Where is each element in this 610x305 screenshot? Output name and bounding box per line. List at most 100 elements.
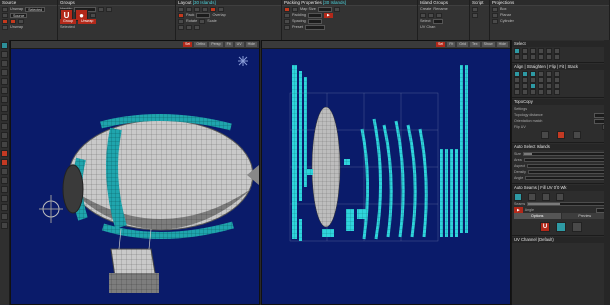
- island-icon[interactable]: [522, 54, 528, 60]
- stack-icon[interactable]: [98, 6, 105, 12]
- stop-icon[interactable]: [210, 6, 216, 12]
- stitch-icon[interactable]: [1, 177, 8, 184]
- weld-icon[interactable]: [1, 168, 8, 175]
- paste-icon[interactable]: [557, 131, 565, 139]
- vp-button[interactable]: Fit: [224, 42, 233, 47]
- island-icon[interactable]: [554, 54, 560, 60]
- tool-icon[interactable]: [522, 89, 528, 95]
- island-icon[interactable]: [530, 54, 536, 60]
- aspect-slider[interactable]: [527, 164, 608, 168]
- tool-icon[interactable]: [530, 89, 536, 95]
- grid-icon[interactable]: [218, 6, 224, 12]
- vp-button[interactable]: Show: [481, 42, 495, 47]
- cylinder-projection-icon[interactable]: [492, 18, 498, 24]
- ring-icon[interactable]: [1, 123, 8, 130]
- script-icon[interactable]: [472, 6, 478, 12]
- unwrap-icon[interactable]: [556, 222, 566, 232]
- group-icon[interactable]: [420, 12, 426, 18]
- stack-icon[interactable]: [106, 6, 113, 12]
- pack-icon[interactable]: [178, 12, 184, 18]
- settings-icon[interactable]: [2, 24, 8, 30]
- margin-icon[interactable]: [284, 12, 290, 18]
- settings-icon[interactable]: [1, 222, 8, 229]
- spacing-icon[interactable]: [284, 18, 290, 24]
- viewport-3d[interactable]: Sel Ortho Persp Fit UV Hide: [10, 40, 260, 305]
- uv-channel-field[interactable]: [432, 18, 443, 24]
- box-projection-icon[interactable]: [492, 6, 498, 12]
- tab-seams[interactable]: Options: [514, 213, 561, 219]
- loop-icon[interactable]: [1, 114, 8, 121]
- padding-field[interactable]: [307, 12, 322, 18]
- vp-button[interactable]: Sel: [436, 42, 446, 47]
- checker-icon[interactable]: [1, 213, 8, 220]
- vp-button[interactable]: UV: [234, 42, 244, 47]
- seam-icon[interactable]: [528, 192, 536, 201]
- vp-button[interactable]: Persp: [209, 42, 223, 47]
- vp-button[interactable]: Tex: [470, 42, 480, 47]
- vp-button[interactable]: Fit: [447, 42, 456, 47]
- preset-select[interactable]: [304, 24, 325, 30]
- group-icon[interactable]: [436, 12, 442, 18]
- relax-icon[interactable]: [572, 222, 582, 232]
- flip-h-icon[interactable]: [178, 24, 184, 30]
- lock-icon[interactable]: [333, 6, 340, 12]
- move-tool-icon[interactable]: [1, 51, 8, 58]
- straighten-icon[interactable]: [1, 195, 8, 202]
- vp-button[interactable]: Grid: [457, 42, 468, 47]
- source-select[interactable]: Source: [10, 12, 28, 18]
- align-center-icon[interactable]: [186, 6, 192, 12]
- tab-preview[interactable]: Preview: [561, 213, 608, 219]
- pack-button[interactable]: ▶: [323, 12, 333, 18]
- edge-mode-icon[interactable]: [1, 87, 8, 94]
- seam-icon[interactable]: [1, 150, 8, 157]
- density-slider[interactable]: [527, 170, 608, 174]
- seam-icon[interactable]: [556, 192, 564, 201]
- scale-icon[interactable]: [199, 18, 206, 24]
- pack-field[interactable]: [196, 12, 211, 18]
- distribute-icon[interactable]: [202, 6, 208, 12]
- grid-icon[interactable]: [90, 12, 96, 18]
- tool-icon[interactable]: [546, 89, 552, 95]
- break-icon[interactable]: [1, 159, 8, 166]
- group-icon[interactable]: [428, 12, 434, 18]
- map-size-field[interactable]: [317, 6, 332, 12]
- planar-projection-icon[interactable]: [492, 12, 498, 18]
- unwrap-icon[interactable]: [2, 6, 8, 12]
- fit-icon[interactable]: [194, 24, 200, 30]
- flatten-icon[interactable]: [1, 204, 8, 211]
- island-icon[interactable]: [546, 54, 552, 60]
- face-mode-icon[interactable]: [1, 78, 8, 85]
- seam-icon[interactable]: [542, 192, 550, 201]
- copy-icon[interactable]: [541, 131, 549, 139]
- grow-icon[interactable]: [1, 132, 8, 139]
- rotate-tool-icon[interactable]: [1, 60, 8, 67]
- group-button[interactable]: Group: [60, 18, 76, 24]
- tool-icon[interactable]: [538, 89, 544, 95]
- island-icon[interactable]: [514, 54, 520, 60]
- select-tool-icon[interactable]: [1, 42, 8, 49]
- script-icon[interactable]: [472, 12, 478, 18]
- unwrap-button[interactable]: Unwrap: [78, 18, 97, 24]
- mark-icon[interactable]: [2, 18, 8, 24]
- source-field[interactable]: Selected: [25, 6, 46, 12]
- rotate-icon[interactable]: [292, 6, 298, 12]
- viewport-uv[interactable]: Sel Fit Grid Tex Show Hide: [261, 40, 511, 305]
- source-icon[interactable]: [2, 12, 8, 18]
- preset-icon[interactable]: [284, 24, 290, 30]
- spacing-field[interactable]: [307, 18, 322, 24]
- angle-slider[interactable]: [525, 176, 608, 180]
- vp-button[interactable]: Hide: [245, 42, 257, 47]
- shrink-icon[interactable]: [1, 141, 8, 148]
- seam-icon[interactable]: [514, 192, 522, 201]
- vp-button[interactable]: Sel: [183, 42, 193, 47]
- auto-seam-button[interactable]: U: [540, 222, 550, 232]
- area-slider[interactable]: [523, 158, 608, 162]
- rotate-icon[interactable]: [178, 18, 184, 24]
- align-right-icon[interactable]: [194, 6, 200, 12]
- flip-v-icon[interactable]: [186, 24, 192, 30]
- island-icon[interactable]: [538, 54, 544, 60]
- relax-icon[interactable]: [1, 186, 8, 193]
- vp-button[interactable]: Hide: [496, 42, 508, 47]
- align-left-icon[interactable]: [178, 6, 184, 12]
- vertex-mode-icon[interactable]: [1, 96, 8, 103]
